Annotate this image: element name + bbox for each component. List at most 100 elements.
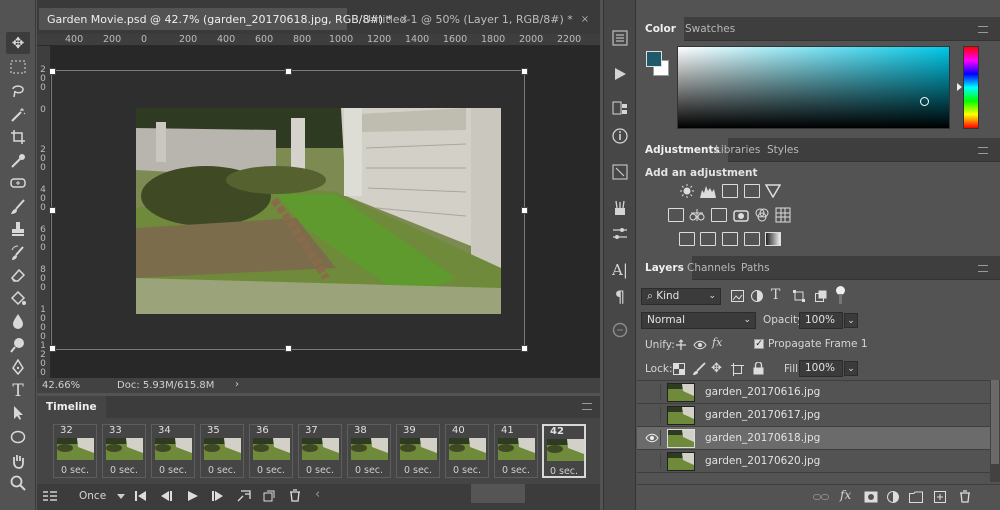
tab-swatches[interactable]: Swatches <box>677 17 743 41</box>
layer-row-selected[interactable]: garden_20170618.jpg <box>637 427 990 450</box>
animation-frame[interactable]: 37 0 sec. <box>298 424 342 478</box>
transform-handle[interactable] <box>49 207 56 214</box>
scroll-left-icon[interactable]: ‹ <box>315 487 320 502</box>
blend-mode-select[interactable]: Normal ⌄ <box>641 312 756 329</box>
new-group-icon[interactable] <box>909 491 923 503</box>
animation-frame[interactable]: 40 0 sec. <box>445 424 489 478</box>
duplicate-frame-icon[interactable] <box>263 490 275 502</box>
type-tool-icon[interactable]: T <box>6 380 30 402</box>
properties-panel-icon[interactable] <box>609 98 631 118</box>
filter-pixel-icon[interactable] <box>731 290 744 302</box>
visibility-toggle[interactable] <box>645 453 661 469</box>
frame-delay[interactable]: 0 sec. <box>397 465 439 476</box>
magic-wand-tool-icon[interactable] <box>6 104 30 126</box>
animation-frame[interactable]: 32 0 sec. <box>53 424 97 478</box>
brushes-panel-icon[interactable] <box>609 198 631 218</box>
transform-handle[interactable] <box>285 345 292 352</box>
frame-delay[interactable]: 0 sec. <box>250 465 292 476</box>
frame-delay[interactable]: 0 sec. <box>446 465 488 476</box>
actions-play-icon[interactable] <box>609 64 631 84</box>
curves-icon[interactable] <box>722 184 738 198</box>
delete-frame-icon[interactable] <box>289 489 301 502</box>
photo-filter-icon[interactable] <box>733 207 749 223</box>
delete-layer-icon[interactable] <box>959 490 971 503</box>
animation-frame[interactable]: 33 0 sec. <box>102 424 146 478</box>
navigator-panel-icon[interactable] <box>609 162 631 182</box>
levels-icon[interactable] <box>700 184 716 198</box>
lock-transparent-icon[interactable] <box>673 363 685 375</box>
transform-handle[interactable] <box>521 68 528 75</box>
history-brush-tool-icon[interactable] <box>6 242 30 264</box>
next-frame-icon[interactable] <box>212 491 224 501</box>
panel-menu-icon[interactable] <box>978 26 988 33</box>
frame-delay[interactable]: 0 sec. <box>299 465 341 476</box>
channel-mixer-icon[interactable] <box>754 207 770 223</box>
loop-option[interactable]: Once <box>79 490 106 502</box>
paint-bucket-tool-icon[interactable] <box>6 288 30 310</box>
color-lookup-icon[interactable] <box>775 207 791 223</box>
layer-row[interactable]: garden_20170620.jpg <box>637 450 990 473</box>
path-selection-tool-icon[interactable] <box>6 402 30 424</box>
fill-dropdown-icon[interactable]: ⌄ <box>844 361 858 376</box>
animation-frame[interactable]: 41 0 sec. <box>494 424 538 478</box>
color-balance-icon[interactable] <box>689 207 705 223</box>
gradient-map-icon[interactable] <box>765 232 781 246</box>
healing-brush-tool-icon[interactable] <box>6 172 30 194</box>
transform-handle[interactable] <box>285 68 292 75</box>
eye-icon[interactable] <box>645 430 661 446</box>
tween-icon[interactable] <box>237 490 251 502</box>
close-tab-icon[interactable]: × <box>581 14 589 25</box>
gradient-triangle-icon[interactable] <box>765 184 781 198</box>
transform-handle[interactable] <box>49 68 56 75</box>
fill-field[interactable]: 100% ⌄ <box>799 360 858 377</box>
info-panel-icon[interactable] <box>609 126 631 146</box>
marquee-tool-icon[interactable] <box>6 56 30 78</box>
frame-delay[interactable]: 0 sec. <box>201 465 243 476</box>
black-white-icon[interactable] <box>711 208 727 222</box>
zoom-tool-icon[interactable] <box>6 472 30 494</box>
brightness-contrast-icon[interactable] <box>679 183 695 199</box>
hand-tool-icon[interactable] <box>6 450 30 472</box>
first-frame-icon[interactable] <box>135 491 147 501</box>
layer-filter-select[interactable]: ⌕ Kind ⌄ <box>641 288 721 305</box>
garden-photo[interactable] <box>136 108 501 314</box>
lock-position-icon[interactable]: ✥ <box>711 361 722 376</box>
crop-tool-icon[interactable] <box>6 126 30 148</box>
new-layer-icon[interactable] <box>934 491 946 503</box>
document-tab-untitled[interactable]: Untitled-1 @ 50% (Layer 1, RGB/8#) * × <box>355 8 597 30</box>
frame-delay[interactable]: 0 sec. <box>495 465 537 476</box>
blur-tool-icon[interactable] <box>6 310 30 332</box>
layer-style-icon[interactable]: fx <box>840 488 851 502</box>
layer-row[interactable]: garden_20170617.jpg <box>637 404 990 427</box>
hue-slider-marker[interactable] <box>957 83 962 91</box>
lock-all-icon[interactable] <box>753 362 764 375</box>
convert-timeline-icon[interactable] <box>43 490 57 502</box>
filter-smart-object-icon[interactable] <box>815 290 827 302</box>
propagate-checkbox[interactable]: ✓ <box>754 339 764 349</box>
status-menu-arrow[interactable]: › <box>235 379 239 390</box>
lasso-tool-icon[interactable] <box>6 80 30 102</box>
exposure-icon[interactable] <box>744 184 760 198</box>
unify-position-icon[interactable] <box>674 339 688 351</box>
animation-frame[interactable]: 38 0 sec. <box>347 424 391 478</box>
filter-shape-icon[interactable] <box>793 290 805 302</box>
brush-settings-icon[interactable] <box>609 224 631 244</box>
loop-dropdown-icon[interactable] <box>117 494 125 499</box>
lock-image-icon[interactable] <box>692 362 706 376</box>
frame-delay[interactable]: 0 sec. <box>348 465 390 476</box>
animation-frame[interactable]: 36 0 sec. <box>249 424 293 478</box>
eyedropper-tool-icon[interactable] <box>6 150 30 172</box>
transform-handle[interactable] <box>521 345 528 352</box>
panel-menu-icon[interactable] <box>978 147 988 154</box>
move-tool-icon[interactable]: ✥ <box>6 32 30 54</box>
color-picker-marker[interactable] <box>920 97 929 106</box>
animation-frame[interactable]: 35 0 sec. <box>200 424 244 478</box>
tab-styles[interactable]: Styles <box>759 138 807 162</box>
threshold-icon[interactable] <box>722 232 738 246</box>
ellipse-tool-icon[interactable] <box>6 426 30 448</box>
transform-handle[interactable] <box>521 207 528 214</box>
glyphs-panel-icon[interactable] <box>609 320 631 340</box>
layers-scrollbar[interactable] <box>990 380 1000 482</box>
color-field[interactable] <box>677 46 950 129</box>
timeline-scrollbar-thumb[interactable] <box>471 484 525 503</box>
